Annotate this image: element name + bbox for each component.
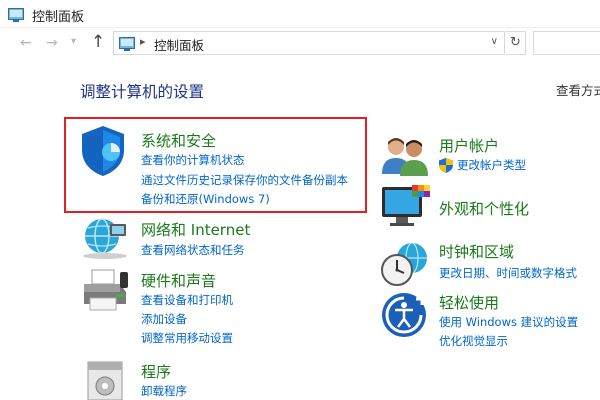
link-view-computer-status[interactable]: 查看你的计算机状态 [141,152,245,168]
link-optimize-visual-display[interactable]: 优化视觉显示 [439,333,508,349]
title-bar: 控制面板 [0,0,600,28]
link-devices-printers[interactable]: 查看设备和打印机 [141,292,233,308]
link-mobility-settings[interactable]: 调整常用移动设置 [141,330,233,346]
refresh-icon[interactable]: ↻ [506,31,526,55]
recent-locations-icon[interactable]: ▾ [71,36,76,47]
view-by-label: 查看方式 [556,83,600,98]
control-panel-small-icon [119,36,135,55]
monitor-palette-icon[interactable] [380,183,432,233]
category-programs[interactable]: 程序 [141,361,171,382]
search-input[interactable] [533,31,600,55]
link-change-account-type-label[interactable]: 更改帐户类型 [457,158,526,172]
link-backup-restore[interactable]: 备份和还原(Windows 7) [141,191,270,207]
link-change-account-type[interactable]: 更改帐户类型 [439,157,526,173]
programs-icon[interactable] [84,356,126,400]
forward-arrow-icon[interactable]: → [46,35,58,51]
clock-globe-icon[interactable] [380,240,430,292]
category-appearance-personalization[interactable]: 外观和个性化 [439,198,529,219]
control-panel-icon [8,7,24,26]
window-title: 控制面板 [32,10,85,25]
address-field[interactable]: ▸ 控制面板 ∨ [113,31,505,55]
shield-icon[interactable] [79,124,127,182]
breadcrumb-control-panel[interactable]: 控制面板 [154,35,204,54]
chevron-down-icon[interactable]: ∨ [491,36,498,47]
breadcrumb-separator[interactable]: ▸ [140,35,146,48]
link-use-recommended-settings[interactable]: 使用 Windows 建议的设置 [439,314,578,330]
up-arrow-icon[interactable]: ↑ [91,32,105,52]
printer-icon[interactable] [80,268,130,318]
link-uninstall-program[interactable]: 卸载程序 [141,383,187,399]
category-ease-of-access[interactable]: 轻松使用 [439,292,499,313]
link-file-history-backup[interactable]: 通过文件历史记录保存你的文件备份副本 [141,172,348,188]
ease-of-access-icon[interactable] [380,290,430,344]
category-clock-region[interactable]: 时钟和区域 [439,241,514,262]
users-icon[interactable] [380,134,430,182]
uac-shield-icon [439,158,453,176]
link-add-device[interactable]: 添加设备 [141,311,187,327]
back-arrow-icon[interactable]: ← [20,35,32,51]
link-change-date-time-format[interactable]: 更改日期、时间或数字格式 [439,265,577,281]
page-heading: 调整计算机的设置 [80,83,205,101]
category-system-security[interactable]: 系统和安全 [141,130,216,151]
network-globe-icon[interactable] [80,216,130,264]
category-hardware-sound[interactable]: 硬件和声音 [141,270,216,291]
link-network-status[interactable]: 查看网络状态和任务 [141,242,245,258]
category-user-accounts[interactable]: 用户帐户 [439,135,499,156]
address-bar: ← → ▾ ↑ ▸ 控制面板 ∨ ↻ [0,28,600,58]
category-network-internet[interactable]: 网络和 Internet [141,219,250,240]
